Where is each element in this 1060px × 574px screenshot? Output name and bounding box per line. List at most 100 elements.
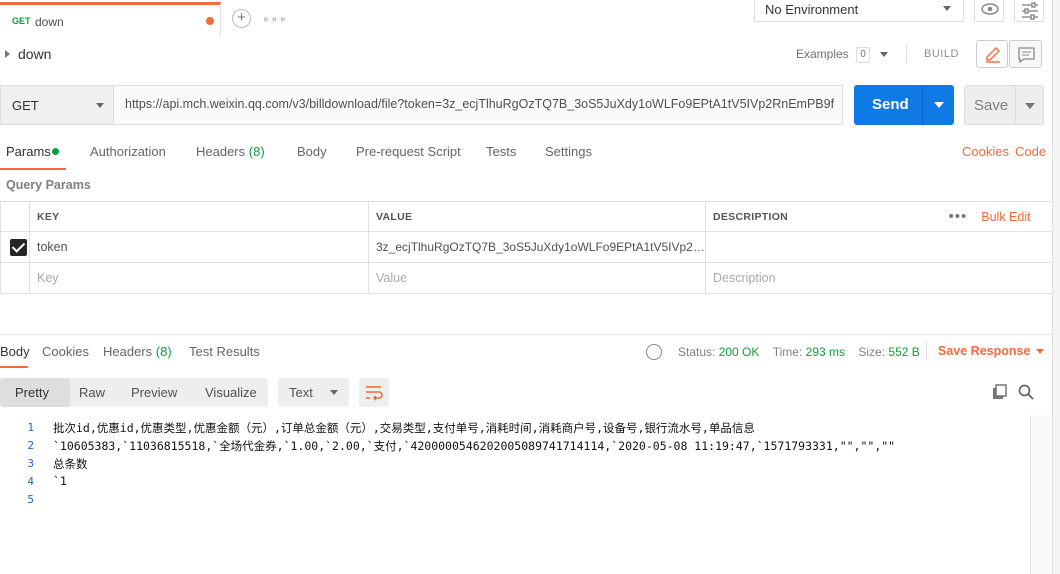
examples-count: 0 [856, 47, 870, 63]
save-response-button[interactable]: Save Response [938, 344, 1045, 358]
format-select[interactable]: Text [278, 378, 349, 407]
active-tab-underline [0, 366, 28, 368]
method-label: GET [12, 98, 39, 113]
tab-params[interactable]: Params [6, 144, 51, 159]
line-number: 2 [27, 439, 34, 452]
time-label: Time: [772, 345, 803, 359]
table-row: token 3z_ecjTlhuRgOzTQ7B_3oS5JuXdy1oWLFo… [0, 231, 1053, 263]
tab-headers-label: Headers [196, 144, 246, 159]
build-mode-label[interactable]: BUILD [924, 48, 959, 60]
response-headers-label: Headers [103, 344, 153, 359]
line-number: 5 [27, 493, 34, 506]
code-link[interactable]: Code [1015, 144, 1046, 159]
code-line: 总条数 [53, 457, 88, 471]
table-actions: ••• Bulk Edit [941, 201, 1053, 232]
tab-headers[interactable]: Headers (8) [196, 144, 265, 159]
collapse-arrow-icon[interactable] [5, 50, 10, 58]
send-divider [922, 85, 923, 125]
request-tab[interactable]: GET down [0, 2, 221, 36]
more-options-icon[interactable]: ••• [949, 208, 968, 225]
cookies-link[interactable]: Cookies [962, 144, 1009, 159]
table-header-row: KEY VALUE DESCRIPTION ••• Bulk Edit [0, 201, 1053, 232]
view-raw[interactable]: Raw [79, 385, 105, 400]
line-number: 4 [27, 475, 34, 488]
code-line: `10605383,`11036815518,`全场代金券,`1.00,`2.0… [53, 439, 896, 453]
row-checkbox-cell [0, 231, 30, 263]
tab-name: down [35, 15, 64, 29]
pencil-icon [986, 47, 1000, 63]
tab-tests[interactable]: Tests [486, 144, 516, 159]
chevron-down-icon[interactable] [934, 102, 944, 108]
param-description-cell[interactable] [705, 231, 1053, 263]
response-headers-count: (8) [155, 344, 172, 359]
value-placeholder[interactable]: Value [368, 262, 706, 294]
url-value: https://api.mch.weixin.qq.com/v3/billdow… [125, 97, 835, 111]
status-label: Status: [678, 345, 716, 359]
chevron-down-icon [1036, 349, 1045, 355]
tab-response-cookies[interactable]: Cookies [42, 344, 89, 359]
params-indicator-icon [52, 148, 59, 155]
description-header: DESCRIPTION [705, 201, 942, 232]
wrap-lines-button[interactable] [359, 378, 389, 407]
row-checkbox[interactable] [10, 238, 27, 256]
key-placeholder[interactable]: Key [29, 262, 369, 294]
line-number: 1 [27, 421, 34, 434]
tab-test-results[interactable]: Test Results [189, 344, 260, 359]
edit-button[interactable] [976, 40, 1008, 68]
tab-authorization[interactable]: Authorization [90, 144, 166, 159]
size-value[interactable]: 552 B [888, 345, 919, 359]
code-line: `1 [53, 474, 67, 488]
time-value[interactable]: 293 ms [806, 345, 845, 359]
table-header-cell [0, 201, 30, 232]
environment-select[interactable]: No Environment [754, 0, 964, 22]
manage-environments-button[interactable] [1014, 0, 1044, 22]
copy-icon[interactable] [992, 384, 1008, 400]
unsaved-dot-icon [206, 17, 214, 25]
tab-prerequest-script[interactable]: Pre-request Script [356, 144, 461, 159]
tab-response-body[interactable]: Body [0, 344, 30, 359]
tab-headers-count: (8) [248, 144, 265, 159]
bulk-edit-link[interactable]: Bulk Edit [981, 210, 1030, 224]
chevron-down-icon[interactable] [880, 52, 888, 57]
description-placeholder[interactable]: Description [705, 262, 1053, 294]
divider [926, 342, 927, 360]
wrap-icon [366, 386, 383, 401]
save-divider [1015, 86, 1016, 124]
request-name[interactable]: down [18, 46, 51, 62]
more-tabs-icon[interactable]: ∘∘∘ [262, 12, 288, 26]
view-preview[interactable]: Preview [131, 385, 177, 400]
url-input[interactable]: https://api.mch.weixin.qq.com/v3/billdow… [115, 85, 843, 125]
search-icon[interactable] [1018, 384, 1034, 400]
value-header: VALUE [368, 201, 706, 232]
pane-divider[interactable] [0, 334, 1052, 335]
save-label: Save [974, 97, 1009, 114]
code-line: 批次id,优惠id,优惠类型,优惠金额（元）,订单总金额（元）,交易类型,支付单… [53, 421, 755, 435]
empty-checkbox-cell [0, 262, 30, 294]
view-visualize[interactable]: Visualize [205, 385, 257, 400]
param-value-cell[interactable]: 3z_ecjTlhuRgOzTQ7B_3oS5JuXdy1oWLFo9EPtA1… [368, 231, 706, 263]
environment-label: No Environment [765, 2, 859, 17]
tab-body[interactable]: Body [297, 144, 327, 159]
vertical-scrollbar[interactable] [1030, 415, 1052, 574]
query-params-table: KEY VALUE DESCRIPTION ••• Bulk Edit token… [0, 201, 1053, 294]
tab-settings[interactable]: Settings [545, 144, 592, 159]
tab-response-headers[interactable]: Headers (8) [103, 344, 172, 359]
new-tab-icon[interactable]: + [232, 9, 251, 28]
method-select[interactable]: GET [0, 85, 114, 125]
divider [906, 45, 907, 63]
chevron-down-icon[interactable] [1025, 103, 1035, 109]
examples-dropdown[interactable]: Examples [796, 47, 849, 61]
tab-method: GET [12, 16, 31, 26]
save-button[interactable]: Save [964, 85, 1044, 125]
key-header: KEY [29, 201, 369, 232]
globe-icon[interactable] [646, 344, 662, 360]
comments-button[interactable] [1009, 40, 1042, 68]
param-key-cell[interactable]: token [29, 231, 369, 263]
view-pretty[interactable]: Pretty [15, 385, 49, 400]
size-label: Size: [858, 345, 886, 359]
send-button[interactable]: Send [854, 85, 954, 125]
response-body-editor[interactable]: 1 批次id,优惠id,优惠类型,优惠金额（元）,订单总金额（元）,交易类型,支… [0, 418, 1030, 574]
response-status: Status: 200 OK Time: 293 ms Size: 552 B [678, 345, 920, 359]
environment-quick-look-button[interactable] [974, 0, 1004, 22]
save-response-label: Save Response [938, 344, 1031, 358]
